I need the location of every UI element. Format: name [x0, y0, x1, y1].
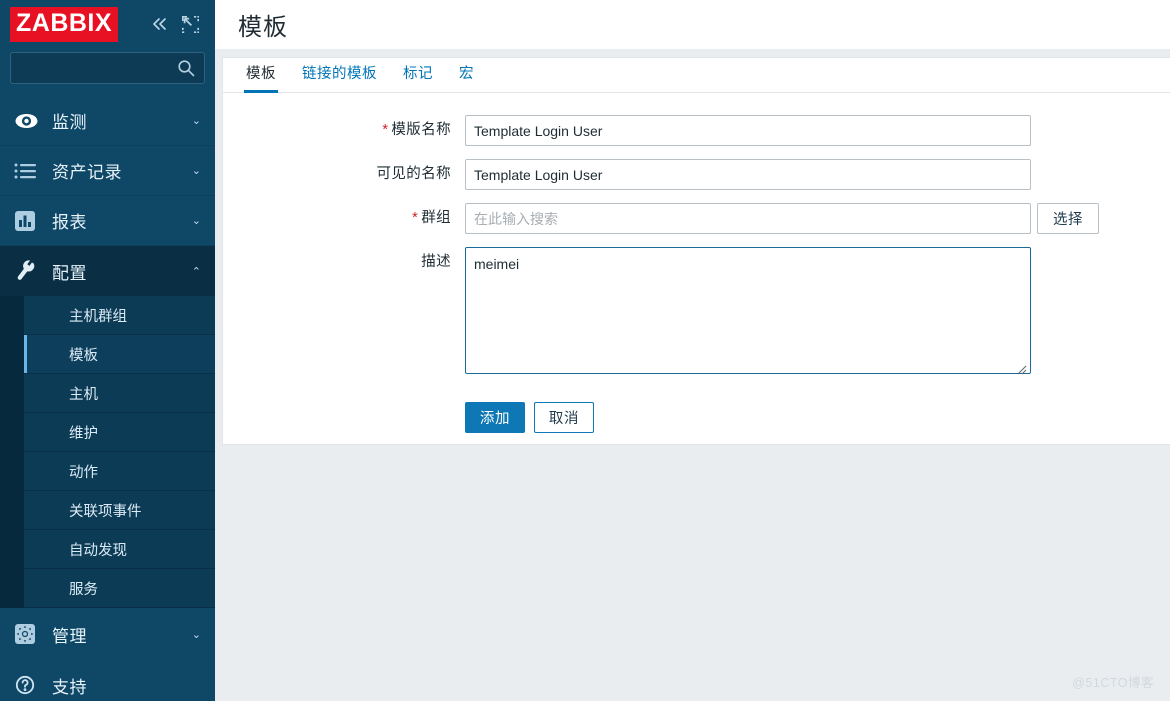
chevron-down-icon: ⌄ — [191, 215, 201, 227]
select-group-button[interactable]: 选择 — [1037, 203, 1099, 234]
list-icon — [14, 162, 42, 180]
field-row-visible-name: 可见的名称 — [223, 159, 1170, 190]
label-text: 描述 — [421, 254, 451, 270]
description-textarea[interactable]: meimei — [465, 247, 1031, 374]
zabbix-logo: ZABBIX — [10, 6, 119, 42]
required-marker: * — [382, 122, 389, 138]
submenu-item-label: 服务 — [69, 581, 98, 598]
eye-icon — [14, 112, 42, 130]
tab-macros[interactable]: 宏 — [459, 62, 474, 92]
submenu-item-label: 维护 — [69, 425, 98, 442]
submenu-item-label: 模板 — [69, 347, 98, 364]
field-row-template-name: * 模版名称 — [223, 115, 1170, 146]
tab-tags[interactable]: 标记 — [403, 62, 433, 92]
add-button[interactable]: 添加 — [465, 402, 525, 433]
label-text: 模版名称 — [391, 122, 451, 138]
question-icon — [14, 674, 42, 696]
page-header: 模板 — [215, 0, 1170, 49]
template-name-input[interactable] — [465, 115, 1031, 146]
sidebar-menu: 监测 ⌄ 资产记录 ⌄ 报表 ⌄ 配置 ⌃ 主机群组 模板 主机 维护 动作 关… — [0, 96, 215, 701]
template-form-card: 模板 链接的模板 标记 宏 * 模版名称 Template Login User… — [222, 57, 1170, 445]
template-name-label: * 模版名称 — [223, 115, 465, 146]
sidebar-item-support[interactable]: 支持 — [0, 660, 215, 701]
cancel-button[interactable]: 取消 — [534, 402, 594, 433]
submenu-item-label: 自动发现 — [69, 542, 127, 559]
sidebar-subitem-actions[interactable]: 动作 — [24, 452, 215, 491]
expand-corners-icon[interactable] — [182, 15, 199, 33]
sidebar-item-monitoring[interactable]: 监测 ⌄ — [0, 96, 215, 146]
search-icon[interactable] — [177, 59, 195, 77]
form-actions: 添加 取消 — [223, 392, 1170, 439]
chevron-down-icon: ⌄ — [191, 628, 201, 641]
submenu-item-label: 主机 — [69, 386, 98, 403]
tab-label: 宏 — [459, 66, 474, 82]
label-text: 可见的名称 — [376, 166, 451, 182]
sidebar-header: ZABBIX — [0, 0, 215, 48]
sidebar-item-configuration[interactable]: 配置 ⌃ — [0, 246, 215, 296]
tab-label: 模板 — [246, 66, 276, 82]
description-label: 描述 — [223, 247, 465, 278]
sidebar-search[interactable] — [10, 52, 215, 84]
sidebar-item-label: 报表 — [52, 213, 87, 232]
required-marker: * — [412, 210, 419, 226]
description-textarea-wrapper: meimei — [465, 247, 1031, 379]
form-body: *模版名称 可见的名称 *群组 — [223, 93, 1170, 439]
field-row-description: 描述 meimei — [223, 247, 1170, 379]
submenu-item-label: 动作 — [69, 464, 98, 481]
chevron-down-icon: ⌄ — [191, 115, 201, 127]
sidebar-item-reports[interactable]: 报表 ⌄ — [0, 196, 215, 246]
sidebar: ZABBIX 监测 ⌄ 资产记录 ⌄ 报表 ⌄ 配置 ⌃ 主机群组 模板 主机 … — [0, 0, 215, 701]
bar-chart-icon — [14, 210, 42, 232]
sidebar-subitem-maintenance[interactable]: 维护 — [24, 413, 215, 452]
label-text: 群组 — [421, 210, 451, 226]
sidebar-item-label: 配置 — [52, 263, 87, 283]
form-tabs: 模板 链接的模板 标记 宏 — [223, 58, 1170, 93]
sidebar-subitem-event-correlation[interactable]: 关联项事件 — [24, 491, 215, 530]
sidebar-item-label: 管理 — [52, 626, 87, 646]
sidebar-item-label: 支持 — [52, 677, 87, 697]
chevron-up-icon: ⌃ — [191, 265, 201, 278]
groups-input[interactable] — [465, 203, 1031, 234]
page-title: 模板 — [238, 14, 288, 41]
sidebar-subitem-templates[interactable]: 模板 — [24, 335, 215, 374]
field-row-groups: *群组 选择 — [223, 203, 1170, 234]
sidebar-header-icons — [150, 14, 207, 34]
tab-label: 标记 — [403, 66, 433, 82]
submenu-item-label: 关联项事件 — [69, 503, 142, 520]
submenu-item-label: 主机群组 — [69, 308, 127, 325]
content-area: 模板 链接的模板 标记 宏 * 模版名称 Template Login User… — [215, 49, 1170, 701]
sidebar-item-label: 资产记录 — [52, 163, 122, 182]
wrench-icon — [14, 259, 42, 283]
tab-template[interactable]: 模板 — [244, 62, 278, 93]
sidebar-search-wrapper — [0, 48, 215, 96]
sidebar-subitem-hosts[interactable]: 主机 — [24, 374, 215, 413]
visible-name-label: 可见的名称 — [223, 159, 465, 190]
main-content: 模板 模板 链接的模板 标记 宏 * 模版名称 Template Login U… — [215, 0, 1170, 701]
sidebar-item-administration[interactable]: 管理 ⌄ — [0, 608, 215, 660]
app-root: ZABBIX 监测 ⌄ 资产记录 ⌄ 报表 ⌄ 配置 ⌃ 主机群组 模板 主机 … — [0, 0, 1170, 701]
sidebar-submenu-container: 主机群组 模板 主机 维护 动作 关联项事件 自动发现 服务 — [0, 296, 215, 608]
configuration-submenu: 主机群组 模板 主机 维护 动作 关联项事件 自动发现 服务 — [0, 296, 215, 608]
sidebar-subitem-services[interactable]: 服务 — [24, 569, 215, 608]
watermark: @51CTO博客 — [1072, 676, 1154, 690]
sidebar-subitem-host-groups[interactable]: 主机群组 — [24, 296, 215, 335]
sidebar-subitem-discovery[interactable]: 自动发现 — [24, 530, 215, 569]
tab-linked-templates[interactable]: 链接的模板 — [302, 62, 377, 92]
sidebar-item-inventory[interactable]: 资产记录 ⌄ — [0, 146, 215, 196]
chevron-down-icon: ⌄ — [191, 165, 201, 177]
groups-label: * 群组 — [223, 203, 465, 234]
chevrons-left-icon[interactable] — [150, 14, 170, 34]
sidebar-item-label: 监测 — [52, 113, 87, 132]
visible-name-input[interactable] — [465, 159, 1031, 190]
gear-icon — [14, 623, 42, 645]
tab-label: 链接的模板 — [302, 66, 377, 82]
